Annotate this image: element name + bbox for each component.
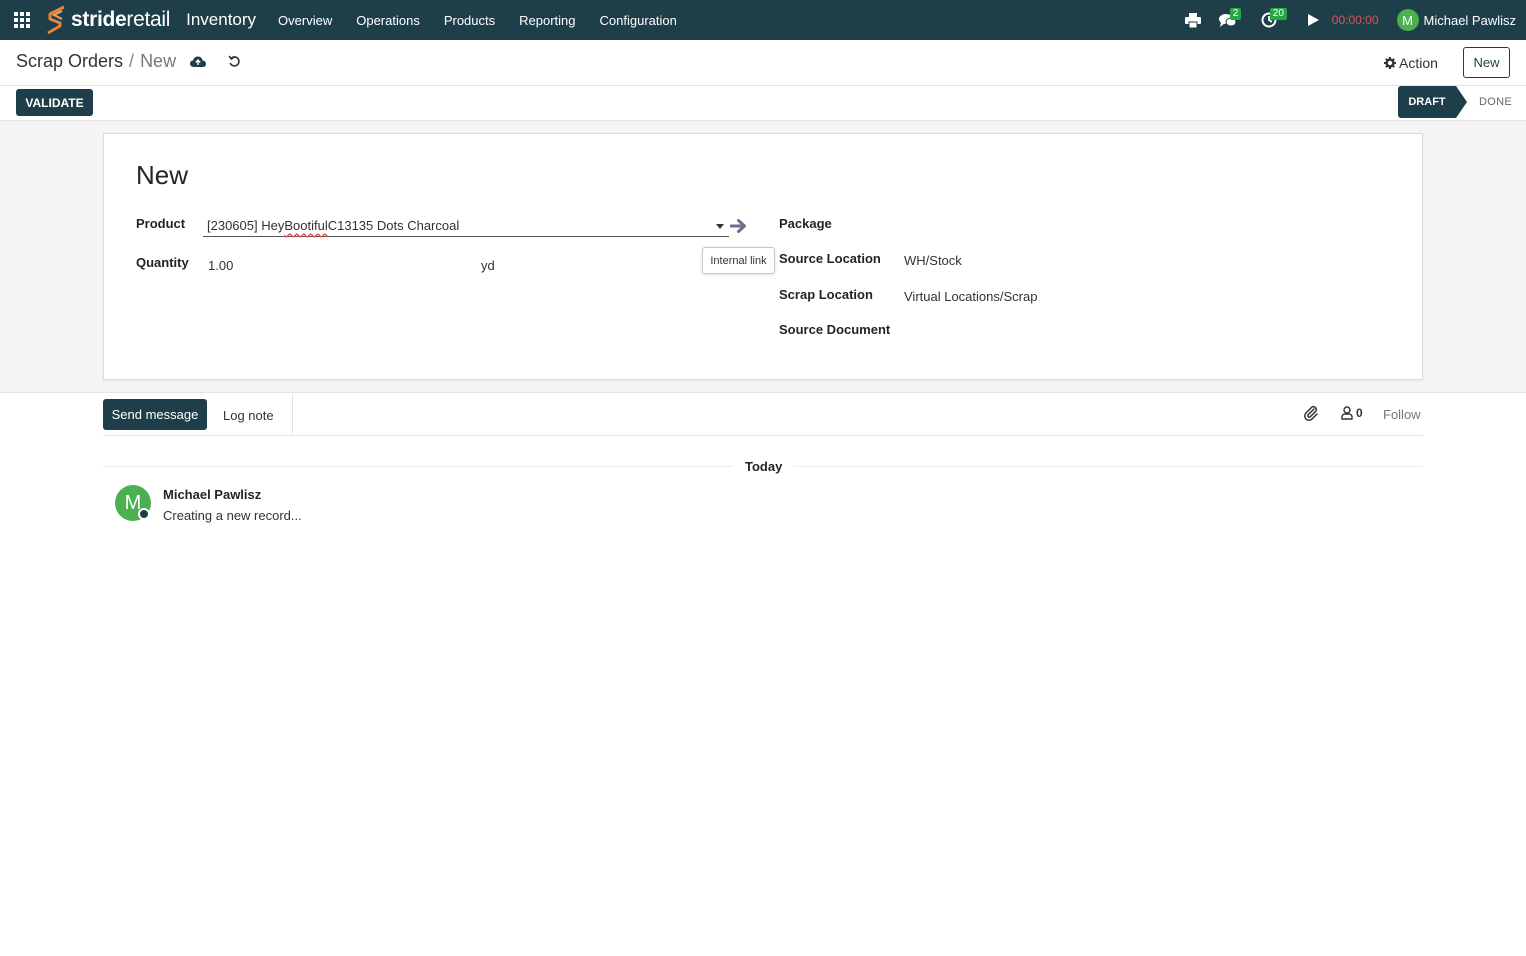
messages-icon[interactable]: 2 [1214,0,1250,40]
form-view: New Product [230605] Hey Bootiful C13135… [0,121,1526,393]
menu-reporting[interactable]: Reporting [519,13,575,28]
followers-button[interactable]: 0 [1341,406,1363,420]
source-document-label: Source Document [779,322,891,337]
follow-button[interactable]: Follow [1383,407,1421,422]
stage-draft[interactable]: DRAFT [1398,86,1456,118]
source-location-label: Source Location [779,251,881,266]
print-icon[interactable] [1178,0,1208,40]
menu-products[interactable]: Products [444,13,495,28]
scrap-location-label: Scrap Location [779,287,873,302]
activities-badge: 20 [1269,8,1287,20]
product-dropdown-caret-icon[interactable] [716,224,724,229]
status-bar: VALIDATE DRAFT DONE [0,86,1526,121]
log-note-button[interactable]: Log note [223,408,274,423]
breadcrumb-separator: / [129,51,135,71]
stage-arrow [1456,86,1467,118]
stride-logo-icon [47,5,65,35]
save-cloud-icon[interactable] [190,56,207,68]
message-author[interactable]: Michael Pawlisz [163,487,261,502]
app-name[interactable]: Inventory [186,10,256,30]
stage-done[interactable]: DONE [1479,96,1512,108]
product-label: Product [136,216,186,231]
apps-grid-icon[interactable] [0,0,44,40]
product-misspelled-word: Bootiful [284,217,328,233]
uom-field[interactable]: yd [481,258,495,273]
source-location-field[interactable]: WH/Stock [904,253,962,268]
quantity-field[interactable]: 1.00 [208,258,233,273]
message-body: Creating a new record... [163,508,302,523]
send-message-button[interactable]: Send message [103,399,207,430]
logo-text: strideretail [71,8,171,31]
online-status-dot [138,508,150,520]
activities-icon[interactable]: 20 [1254,0,1298,40]
breadcrumb-current: New [140,51,177,71]
internal-link-tooltip: Internal link [702,247,775,274]
quantity-label: Quantity [136,255,189,270]
record-title: New [136,160,189,190]
company-logo[interactable]: strideretail [44,0,170,40]
breadcrumb-scrap-orders[interactable]: Scrap Orders [16,51,123,72]
product-rest: C13135 Dots Charcoal [327,217,460,233]
top-navbar: strideretail Inventory Overview Operatio… [0,0,1526,40]
product-field[interactable]: [230605] Hey Bootiful C13135 Dots Charco… [203,214,729,237]
messages-badge: 2 [1229,8,1242,20]
date-separator: Today [733,459,795,474]
follower-person-icon [1341,406,1353,420]
user-name[interactable]: Michael Pawlisz [1424,13,1516,28]
discard-undo-icon[interactable] [228,55,241,68]
product-code: [230605] Hey [207,217,285,233]
action-menu-button[interactable]: Action [1384,55,1438,71]
chatter-divider [292,394,293,436]
menu-overview[interactable]: Overview [278,13,332,28]
breadcrumb: Scrap Orders / New [16,51,241,72]
validate-button[interactable]: VALIDATE [16,89,93,116]
scrap-location-field[interactable]: Virtual Locations/Scrap [904,289,1037,304]
chatter-toolbar: Send message Log note 0 Follow [103,394,1423,436]
new-record-button[interactable]: New [1463,47,1510,78]
play-icon[interactable] [1304,0,1324,40]
package-label: Package [779,216,832,231]
internal-link-arrow-icon[interactable] [729,218,748,237]
menu-configuration[interactable]: Configuration [600,13,677,28]
followers-count: 0 [1356,406,1363,420]
menu-operations[interactable]: Operations [356,13,420,28]
gear-icon [1384,57,1396,69]
action-label: Action [1399,55,1438,71]
timer-display: 00:00:00 [1331,13,1379,27]
form-sheet: New Product [230605] Hey Bootiful C13135… [103,133,1423,380]
user-avatar[interactable]: M [1396,9,1419,31]
control-panel: Scrap Orders / New Action New [0,40,1526,86]
attachment-paperclip-icon[interactable] [1303,405,1319,424]
